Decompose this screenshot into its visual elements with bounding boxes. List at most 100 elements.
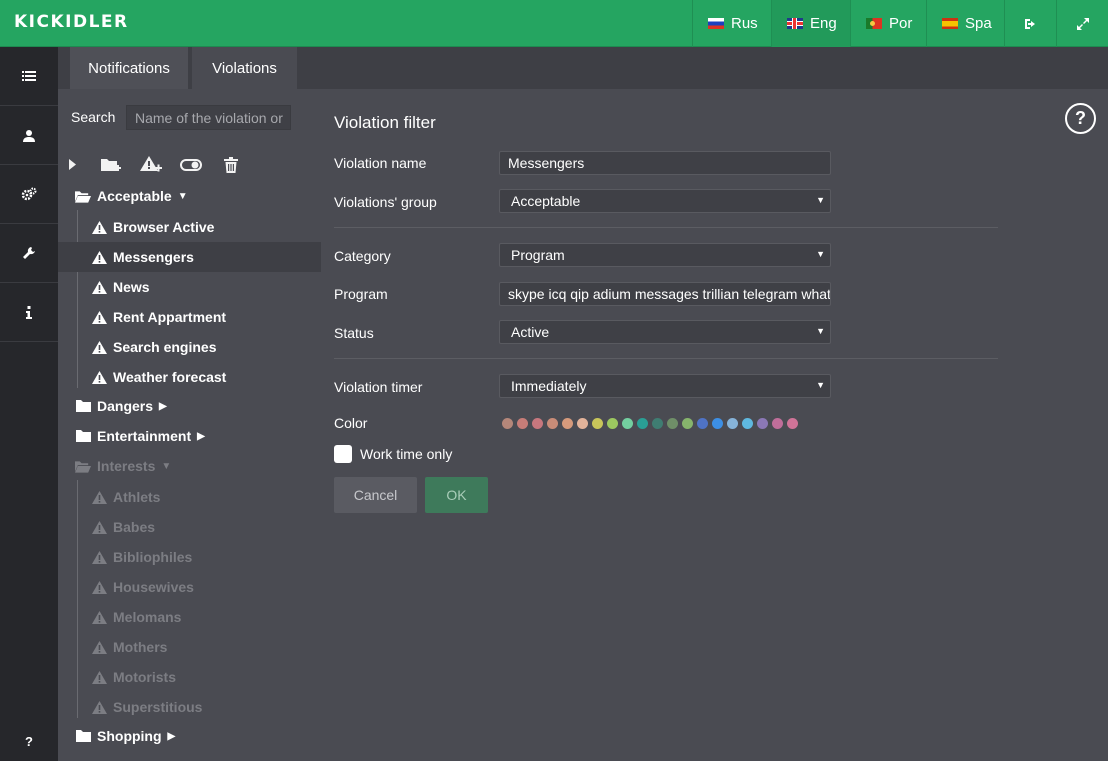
color-swatch[interactable] [757, 418, 768, 429]
tree-item-browser-active[interactable]: Browser Active [58, 212, 321, 242]
status-select[interactable]: Active ▼ [499, 320, 831, 344]
tree-item-bibliophiles[interactable]: Bibliophiles [58, 542, 321, 572]
color-swatch[interactable] [502, 418, 513, 429]
tree-node-label: Athlets [113, 489, 161, 505]
color-swatch[interactable] [682, 418, 693, 429]
tree-item-search-engines[interactable]: Search engines [58, 332, 321, 362]
lang-rus-label: Rus [731, 15, 758, 32]
tree-item-news[interactable]: News [58, 272, 321, 302]
color-swatch[interactable] [517, 418, 528, 429]
add-folder-icon[interactable] [101, 157, 121, 173]
warning-icon [91, 310, 107, 324]
tree-item-melomans[interactable]: Melomans [58, 602, 321, 632]
warning-icon [91, 370, 107, 384]
color-label: Color [334, 415, 368, 431]
expand-icon[interactable] [69, 159, 76, 170]
folder-open-icon [75, 460, 91, 473]
color-swatch[interactable] [667, 418, 678, 429]
violations-group-select[interactable]: Acceptable ▼ [499, 189, 831, 213]
violation-timer-select[interactable]: Immediately ▼ [499, 374, 831, 398]
app-logo: KICKIDLER [14, 12, 129, 32]
color-swatch[interactable] [607, 418, 618, 429]
caret-down-icon: ▼ [177, 190, 188, 202]
program-label: Program [334, 286, 388, 302]
color-swatch[interactable] [592, 418, 603, 429]
tree-item-rent-appartment[interactable]: Rent Appartment [58, 302, 321, 332]
tree-node-label: Messengers [113, 249, 194, 265]
category-value: Program [511, 247, 565, 263]
tab-violations[interactable]: Violations [192, 47, 297, 89]
search-input[interactable] [126, 105, 291, 130]
lang-eng[interactable]: Eng [771, 0, 850, 47]
fullscreen-icon [1076, 17, 1089, 30]
logout-button[interactable] [1004, 0, 1056, 47]
lang-rus[interactable]: Rus [692, 0, 771, 47]
search-label: Search [71, 109, 116, 125]
tree-item-athlets[interactable]: Athlets [58, 482, 321, 512]
color-swatch[interactable] [622, 418, 633, 429]
tree-item-weather-forecast[interactable]: Weather forecast [58, 362, 321, 392]
violation-timer-value: Immediately [511, 378, 587, 394]
tab-bar: Notifications Violations [58, 47, 1108, 89]
dropdown-arrow-icon: ▼ [816, 249, 825, 259]
trash-icon[interactable] [224, 157, 238, 173]
divider [334, 227, 998, 228]
lang-por[interactable]: Por [850, 0, 926, 47]
color-swatch[interactable] [727, 418, 738, 429]
lang-spa[interactable]: Spa [926, 0, 1004, 47]
warning-icon [91, 250, 107, 264]
color-swatch[interactable] [697, 418, 708, 429]
tree-item-messengers[interactable]: Messengers [58, 242, 321, 272]
program-input[interactable]: skype icq qip adium messages trillian te… [499, 282, 831, 306]
nav-users[interactable] [0, 106, 58, 165]
tree-group-acceptable[interactable]: Acceptable ▼ [58, 181, 321, 211]
lang-por-label: Por [889, 15, 913, 32]
tree-node-label: Search engines [113, 339, 217, 355]
fullscreen-button[interactable] [1056, 0, 1108, 47]
tree-item-mothers[interactable]: Mothers [58, 632, 321, 662]
tree-item-motorists[interactable]: Motorists [58, 662, 321, 692]
violations-group-label: Violations' group [334, 194, 437, 210]
tree-group-shopping[interactable]: Shopping ▶ [58, 721, 321, 751]
program-value: skype icq qip adium messages trillian te… [508, 286, 831, 302]
tree-item-housewives[interactable]: Housewives [58, 572, 321, 602]
nav-help[interactable]: ? [0, 734, 58, 749]
category-select[interactable]: Program ▼ [499, 243, 831, 267]
flag-gb-icon [787, 18, 803, 29]
color-swatch[interactable] [637, 418, 648, 429]
cancel-button[interactable]: Cancel [334, 477, 417, 513]
nav-list[interactable] [0, 47, 58, 106]
tree-node-label: Superstitious [113, 699, 203, 715]
color-swatch[interactable] [577, 418, 588, 429]
tree-group-dangers[interactable]: Dangers ▶ [58, 391, 321, 421]
color-swatch[interactable] [652, 418, 663, 429]
color-swatch[interactable] [562, 418, 573, 429]
work-time-checkbox[interactable] [334, 445, 352, 463]
toggle-icon[interactable] [180, 159, 202, 171]
color-swatch[interactable] [772, 418, 783, 429]
nav-tools[interactable] [0, 224, 58, 283]
color-swatch[interactable] [787, 418, 798, 429]
violation-name-input[interactable]: Messengers [499, 151, 831, 175]
folder-icon [75, 430, 91, 442]
tree-node-label: Browser Active [113, 219, 215, 235]
tab-notifications[interactable]: Notifications [70, 47, 188, 89]
ok-button[interactable]: OK [425, 477, 488, 513]
add-violation-icon[interactable] [140, 155, 162, 173]
dropdown-arrow-icon: ▼ [816, 326, 825, 336]
color-swatch[interactable] [742, 418, 753, 429]
help-button[interactable]: ? [1065, 103, 1096, 134]
tree-item-superstitious[interactable]: Superstitious [58, 692, 321, 722]
color-swatch[interactable] [532, 418, 543, 429]
tree-group-interests[interactable]: Interests ▼ [58, 451, 321, 481]
nav-settings[interactable] [0, 165, 58, 224]
tree-node-label: Bibliophiles [113, 549, 193, 565]
tree-group-entertainment[interactable]: Entertainment ▶ [58, 421, 321, 451]
gears-icon [21, 187, 37, 201]
tree-node-label: Interests [97, 458, 156, 474]
color-swatch[interactable] [547, 418, 558, 429]
nav-info[interactable] [0, 283, 58, 342]
color-swatch[interactable] [712, 418, 723, 429]
warning-icon [91, 580, 107, 594]
tree-item-babes[interactable]: Babes [58, 512, 321, 542]
